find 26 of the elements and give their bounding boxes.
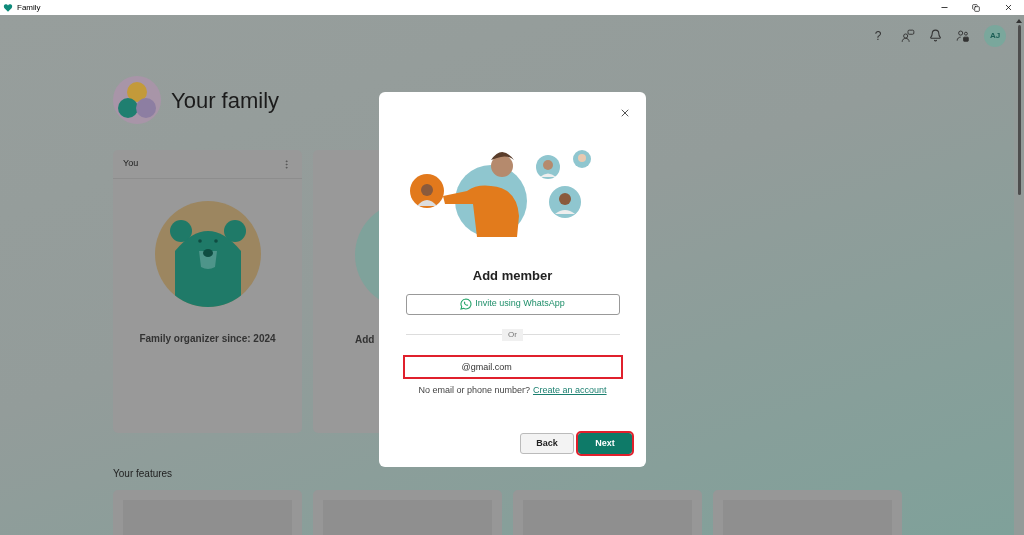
divider-label: Or	[502, 328, 523, 341]
bear-avatar-icon	[154, 201, 261, 307]
card-header: You	[123, 157, 139, 171]
account-avatar[interactable]: AJ	[984, 24, 1006, 47]
page-title: Your family	[171, 86, 279, 115]
close-icon[interactable]	[619, 107, 631, 119]
card-caption: Family organizer since: 2024	[138, 332, 277, 346]
window-title: Family	[17, 1, 41, 14]
heart-app-icon	[3, 2, 13, 13]
create-account-link[interactable]: Create an account	[533, 383, 607, 397]
email-field[interactable]: @gmail.com	[402, 354, 623, 379]
people-settings-icon[interactable]	[956, 28, 970, 43]
whatsapp-invite-button[interactable]: Invite using WhatsApp	[405, 293, 620, 315]
people-chat-icon[interactable]	[901, 28, 915, 43]
whatsapp-icon	[460, 298, 473, 310]
helper-text: No email or phone number?	[418, 383, 530, 397]
dialog-title: Add member	[472, 267, 553, 285]
help-button[interactable]: ?	[869, 26, 887, 45]
close-icon[interactable]	[1003, 3, 1013, 12]
section-title: Your features	[113, 467, 174, 481]
next-button[interactable]: Next	[578, 433, 632, 454]
card-caption: Add	[355, 333, 376, 347]
notifications-icon[interactable]	[929, 29, 942, 42]
bears-avatar-icon	[113, 76, 161, 124]
back-button[interactable]: Back	[520, 433, 574, 454]
restore-icon[interactable]	[972, 3, 980, 12]
